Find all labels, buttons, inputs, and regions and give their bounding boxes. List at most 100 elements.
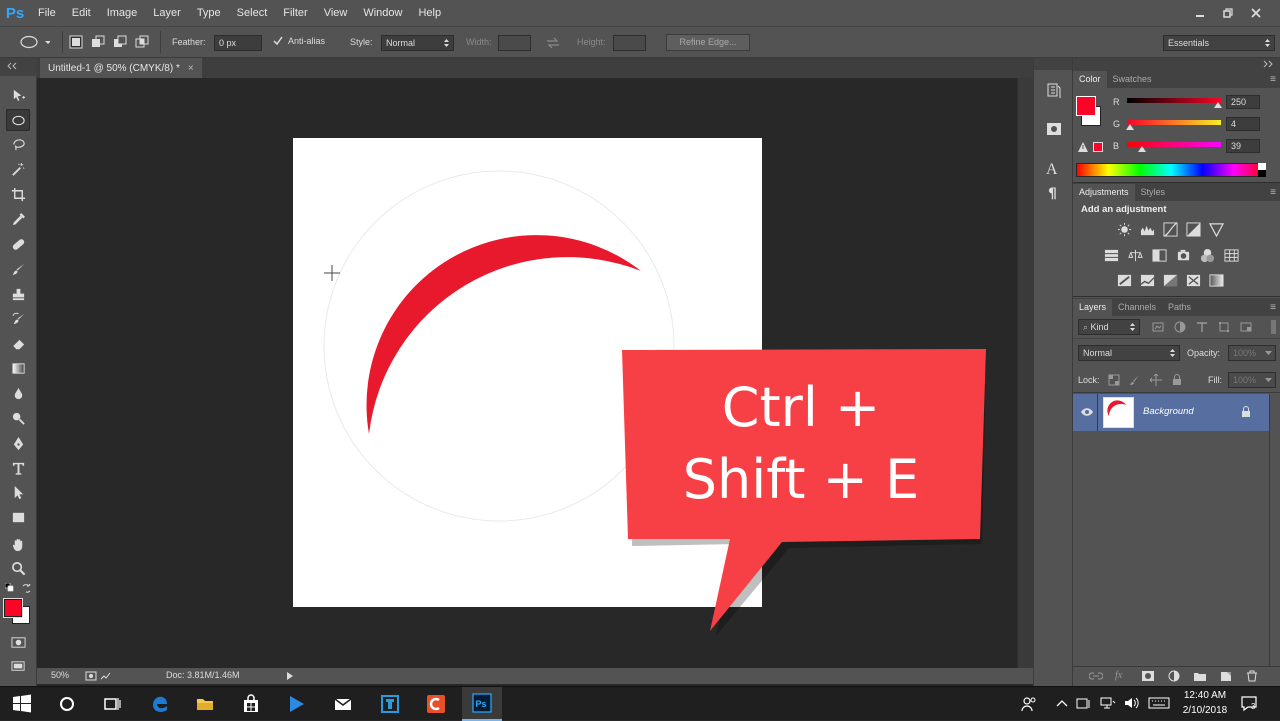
character-panel-icon[interactable]: A	[1046, 161, 1058, 179]
pixel-layer-filter-icon[interactable]	[1152, 321, 1164, 333]
blue-value[interactable]: 39	[1226, 139, 1260, 153]
zoom-level[interactable]: 50%	[51, 670, 69, 680]
opacity-input[interactable]: 100%	[1228, 345, 1276, 361]
tab-swatches[interactable]: Swatches	[1107, 71, 1158, 88]
type-layer-filter-icon[interactable]	[1196, 321, 1208, 333]
curves-icon[interactable]	[1162, 221, 1178, 237]
tab-layers[interactable]: Layers	[1073, 299, 1113, 316]
move-tool[interactable]	[6, 84, 30, 106]
path-selection-tool[interactable]	[6, 481, 30, 503]
store-button[interactable]	[231, 687, 271, 721]
pen-tool[interactable]	[6, 432, 30, 454]
gamut-swatch[interactable]	[1093, 142, 1103, 152]
tab-paths[interactable]: Paths	[1162, 299, 1197, 316]
paragraph-panel-icon[interactable]: ¶	[1048, 186, 1057, 202]
gradient-map-icon[interactable]	[1208, 272, 1224, 288]
start-button[interactable]	[2, 687, 42, 721]
network-icon[interactable]	[1100, 696, 1116, 710]
tab-color[interactable]: Color	[1073, 71, 1107, 88]
add-mask-icon[interactable]	[1141, 670, 1155, 682]
menu-type[interactable]: Type	[189, 0, 229, 26]
selective-color-icon[interactable]	[1185, 272, 1201, 288]
properties-panel-icon[interactable]	[1046, 120, 1062, 138]
adjustment-layer-filter-icon[interactable]	[1174, 321, 1186, 333]
black-white-icon[interactable]	[1151, 247, 1167, 263]
levels-icon[interactable]	[1139, 221, 1155, 237]
new-selection-icon[interactable]	[68, 34, 84, 50]
link-layers-icon[interactable]	[1089, 670, 1103, 682]
keyboard-icon[interactable]	[1148, 696, 1170, 710]
status-menu-arrow-icon[interactable]	[286, 671, 294, 681]
swap-colors-button[interactable]	[22, 583, 32, 596]
tab-styles[interactable]: Styles	[1135, 184, 1172, 201]
smart-object-filter-icon[interactable]	[1240, 321, 1252, 333]
panel-menu-icon[interactable]: ≡	[1270, 299, 1280, 316]
zoom-tool[interactable]	[6, 557, 30, 579]
layer-row[interactable]: Background	[1073, 394, 1269, 431]
eyedropper-tool[interactable]	[6, 208, 30, 230]
style-select[interactable]: Normal	[381, 35, 454, 51]
red-value[interactable]: 250	[1226, 95, 1260, 109]
people-button[interactable]	[1020, 695, 1038, 716]
menu-image[interactable]: Image	[99, 0, 146, 26]
default-colors-button[interactable]	[4, 582, 15, 596]
lock-all-icon[interactable]	[1171, 374, 1183, 386]
volume-icon[interactable]	[1124, 696, 1140, 710]
visibility-eye-icon[interactable]	[1080, 407, 1094, 417]
vibrance-icon[interactable]	[1208, 221, 1224, 237]
healing-brush-tool[interactable]	[6, 233, 30, 255]
refine-edge-button[interactable]: Refine Edge...	[666, 34, 750, 51]
menu-help[interactable]: Help	[410, 0, 449, 26]
lasso-tool[interactable]	[6, 133, 30, 155]
delete-layer-icon[interactable]	[1245, 670, 1259, 682]
menu-file[interactable]: File	[30, 0, 64, 26]
lock-transparency-icon[interactable]	[1108, 374, 1120, 386]
crop-tool[interactable]	[6, 183, 30, 205]
show-hidden-icons-button[interactable]	[1056, 698, 1068, 711]
workspace-select[interactable]: Essentials	[1163, 35, 1275, 51]
screen-mode-button[interactable]	[6, 655, 30, 677]
elliptical-marquee-tool[interactable]	[6, 109, 30, 131]
ramp-white-patch[interactable]	[1258, 163, 1266, 170]
dodge-tool[interactable]	[6, 407, 30, 429]
vertical-scrollbar[interactable]	[1017, 78, 1033, 668]
taskbar-clock[interactable]: 12:40 AM 2/10/2018	[1175, 688, 1235, 718]
menu-select[interactable]: Select	[229, 0, 276, 26]
camtasia-button[interactable]	[416, 687, 456, 721]
media-player-button[interactable]	[276, 687, 316, 721]
tab-adjustments[interactable]: Adjustments	[1073, 184, 1135, 201]
collapse-arrows-icon[interactable]	[1262, 60, 1274, 68]
lock-position-icon[interactable]	[1150, 374, 1162, 386]
history-panel-icon[interactable]	[1046, 82, 1062, 100]
width-input[interactable]	[498, 35, 531, 51]
document-tab[interactable]: Untitled-1 @ 50% (CMYK/8) * ×	[40, 58, 202, 78]
photoshop-taskbar-button[interactable]: Ps	[462, 687, 502, 721]
layer-style-icon[interactable]: fx	[1115, 670, 1129, 682]
new-adjustment-layer-icon[interactable]	[1167, 670, 1181, 682]
layer-name[interactable]: Background	[1143, 406, 1194, 417]
color-spectrum-ramp[interactable]	[1076, 163, 1266, 177]
lock-pixels-icon[interactable]	[1129, 374, 1141, 386]
channel-mixer-icon[interactable]	[1199, 247, 1215, 263]
filter-toggle[interactable]	[1271, 320, 1276, 334]
slider-handle-icon[interactable]	[1126, 124, 1134, 130]
menu-layer[interactable]: Layer	[145, 0, 189, 26]
panel-menu-icon[interactable]: ≡	[1270, 71, 1280, 88]
menu-window[interactable]: Window	[355, 0, 410, 26]
posterize-icon[interactable]	[1139, 272, 1155, 288]
threshold-icon[interactable]	[1162, 272, 1178, 288]
foreground-color-swatch[interactable]	[3, 598, 23, 618]
history-brush-tool[interactable]	[6, 308, 30, 330]
brush-tool[interactable]	[6, 258, 30, 280]
red-slider-track[interactable]	[1127, 98, 1221, 103]
status-icons[interactable]	[85, 670, 113, 682]
edge-browser-button[interactable]	[140, 687, 180, 721]
new-layer-icon[interactable]	[1219, 670, 1233, 682]
slider-handle-icon[interactable]	[1138, 146, 1146, 152]
tool-preset-picker[interactable]	[18, 34, 51, 53]
file-explorer-button[interactable]	[185, 687, 225, 721]
panel-menu-icon[interactable]: ≡	[1270, 184, 1280, 201]
tab-channels[interactable]: Channels	[1112, 299, 1162, 316]
hand-tool[interactable]	[6, 533, 30, 555]
brightness-contrast-icon[interactable]	[1116, 221, 1132, 237]
